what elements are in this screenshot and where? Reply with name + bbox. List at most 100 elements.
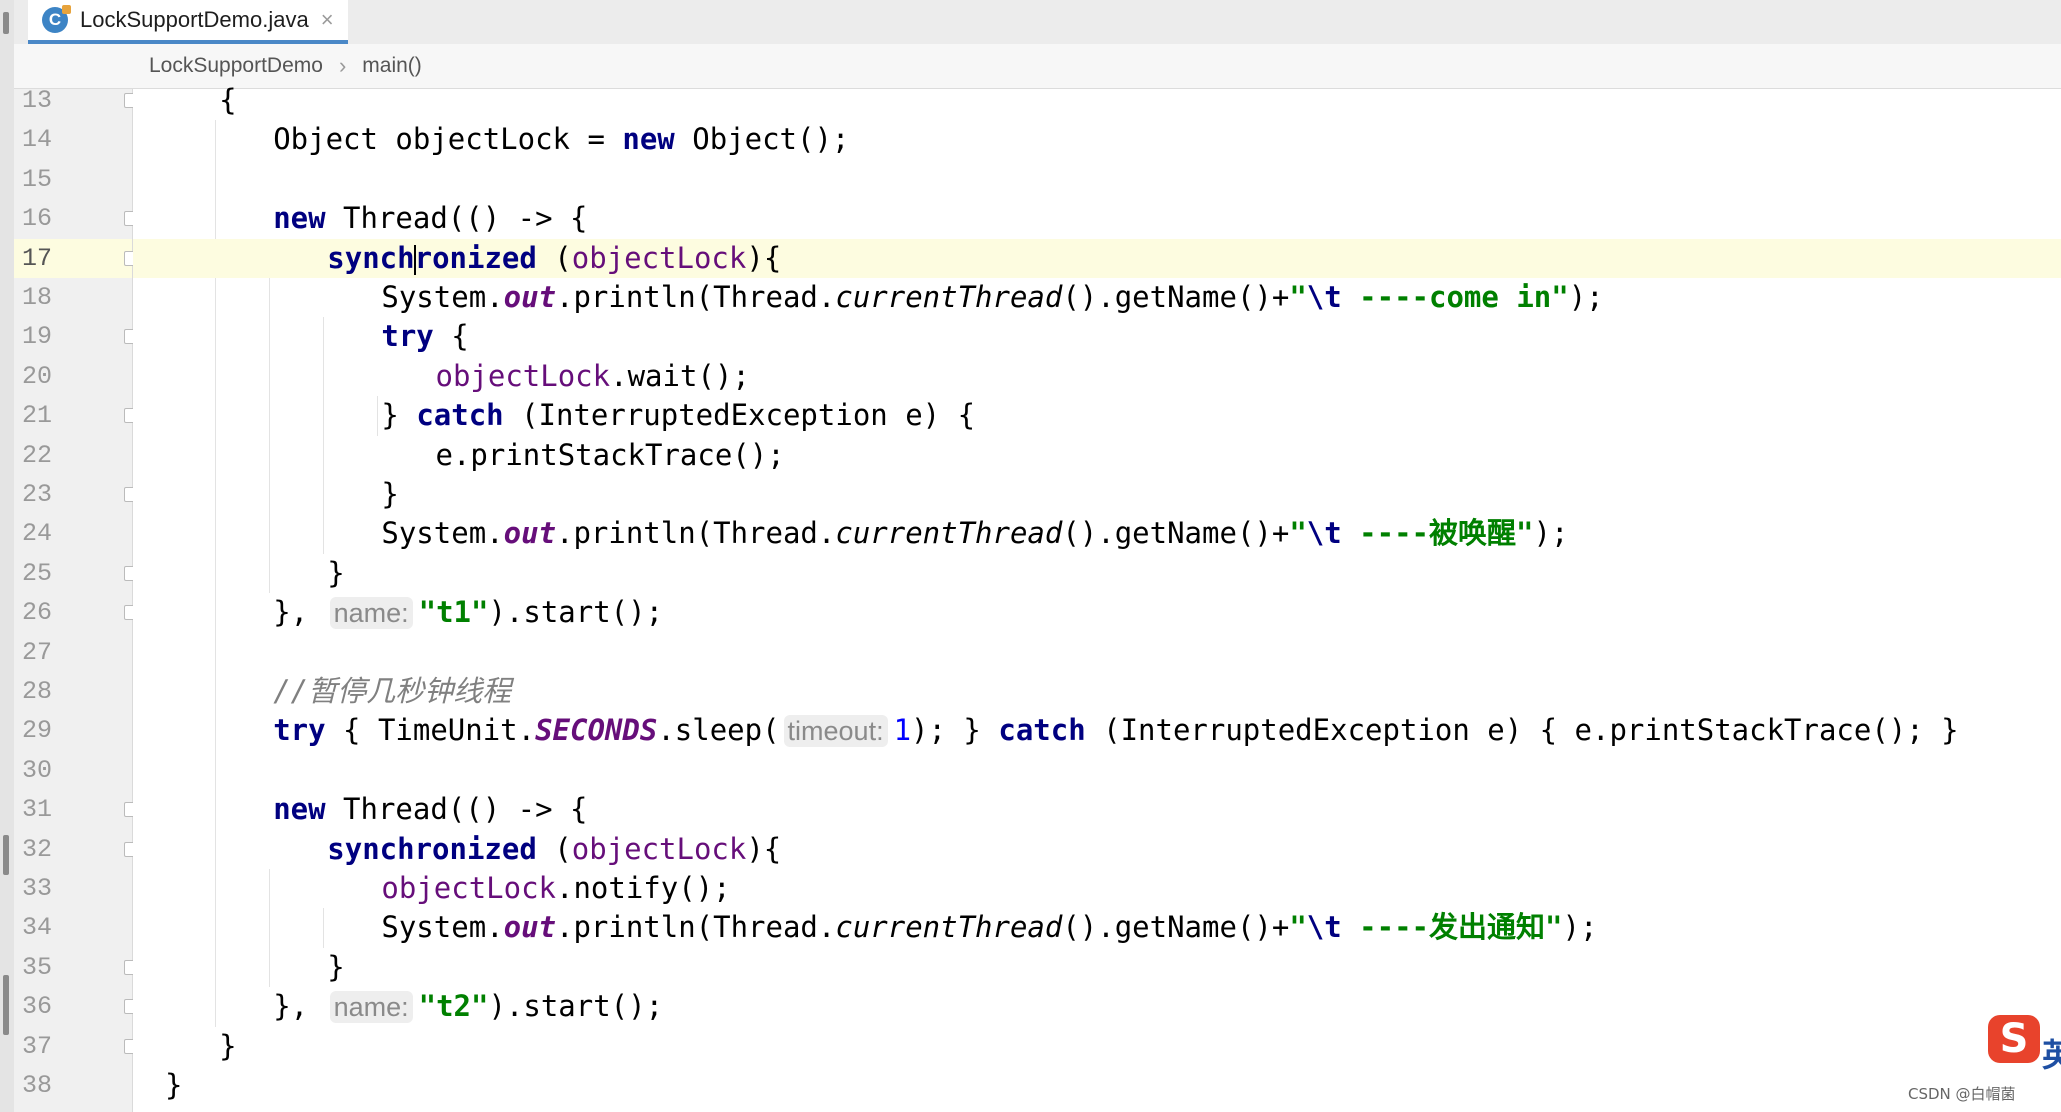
gutter-line[interactable]: 34: [14, 908, 132, 947]
gutter-line[interactable]: 18: [14, 278, 132, 317]
code-line[interactable]: objectLock.notify();: [133, 869, 2061, 908]
gutter-line[interactable]: 32: [14, 830, 138, 869]
code-line[interactable]: [133, 160, 2061, 199]
gutter-line[interactable]: 20: [14, 357, 132, 396]
code-token: out: [503, 280, 556, 314]
code-token: ----发出通知": [1341, 910, 1563, 945]
structure-tool-marker[interactable]: [3, 835, 9, 875]
gutter-line[interactable]: 22: [14, 436, 132, 475]
code-line[interactable]: new Thread(() -> {: [133, 790, 2061, 829]
gutter-line[interactable]: 33: [14, 869, 132, 908]
code-token: catch: [416, 398, 504, 433]
code-line[interactable]: try {: [133, 317, 2061, 356]
code-line[interactable]: [133, 633, 2061, 672]
favorites-tool-marker[interactable]: [3, 975, 9, 1035]
line-number: 17: [22, 243, 53, 273]
tab-locksupportdemo[interactable]: C LockSupportDemo.java ×: [28, 0, 348, 44]
code-token: ){: [746, 831, 782, 866]
code-token: "t1": [418, 595, 489, 630]
gutter-line[interactable]: 17: [14, 238, 138, 278]
gutter-line[interactable]: 27: [14, 633, 132, 672]
line-number: 38: [22, 1071, 53, 1100]
line-number: 23: [22, 480, 53, 509]
gutter-line[interactable]: 37: [14, 1027, 138, 1066]
code-token: Object();: [674, 122, 850, 157]
gutter-line[interactable]: 25: [14, 554, 138, 593]
gutter-line[interactable]: 38: [14, 1066, 132, 1105]
gutter-line[interactable]: 16: [14, 199, 138, 238]
code-line[interactable]: System.out.println(Thread.currentThread(…: [133, 908, 2061, 947]
gutter-line[interactable]: 21: [14, 396, 138, 435]
line-number: 13: [22, 86, 53, 115]
code-line[interactable]: System.out.println(Thread.currentThread(…: [133, 278, 2061, 317]
code-token: new: [273, 792, 326, 827]
gutter-line[interactable]: 14: [14, 120, 132, 159]
code-line[interactable]: }, name: "t1").start();: [133, 593, 2061, 632]
code-line[interactable]: try { TimeUnit.SECONDS.sleep(timeout: 1);…: [133, 711, 2061, 750]
gutter-line[interactable]: 36: [14, 987, 138, 1026]
code-line[interactable]: }: [133, 1066, 2061, 1105]
line-number: 24: [22, 519, 53, 549]
line-number: 36: [22, 992, 53, 1022]
code-line[interactable]: [133, 751, 2061, 790]
code-token: e.printStackTrace();: [435, 437, 785, 472]
line-number: 16: [22, 204, 53, 234]
close-icon[interactable]: ×: [321, 7, 334, 33]
line-number: 30: [22, 755, 53, 785]
code-line[interactable]: }: [133, 948, 2061, 987]
line-number: 28: [22, 677, 53, 706]
code-line[interactable]: objectLock.wait();: [133, 357, 2061, 396]
line-number: 18: [22, 283, 53, 312]
code-token: }: [381, 477, 399, 511]
code-line[interactable]: }: [133, 475, 2061, 514]
code-token: new: [273, 201, 326, 236]
gutter-line[interactable]: 19: [14, 317, 138, 356]
code-token: }: [327, 555, 345, 590]
project-tool-marker[interactable]: [3, 12, 9, 34]
code-line[interactable]: Object objectLock = new Object();: [133, 120, 2061, 159]
gutter-line[interactable]: 13: [14, 81, 138, 120]
code-line[interactable]: System.out.println(Thread.currentThread(…: [133, 514, 2061, 553]
code-line[interactable]: synchronized (objectLock){: [133, 238, 2061, 278]
code-line[interactable]: }: [133, 1027, 2061, 1066]
code-line[interactable]: }: [133, 554, 2061, 593]
code-token: {: [433, 319, 469, 354]
ime-language-indicator[interactable]: 英: [2042, 1030, 2061, 1076]
code-token: System.: [381, 910, 504, 945]
code-token: }: [327, 949, 345, 984]
code-token: currentThread: [835, 516, 1063, 551]
code-token: objectLock: [435, 358, 611, 393]
code-token: ).start();: [488, 989, 664, 1024]
code-line[interactable]: }, name: "t2").start();: [133, 987, 2061, 1026]
gutter-line[interactable]: 24: [14, 514, 132, 553]
code-token: (InterruptedException e) { e.printStackT…: [1085, 713, 1959, 748]
sogou-ime-icon[interactable]: S: [1988, 1015, 2040, 1063]
gutter-line[interactable]: 29: [14, 711, 132, 750]
code-token: new: [622, 122, 675, 157]
gutter-line[interactable]: 35: [14, 948, 138, 987]
gutter-line[interactable]: 31: [14, 790, 138, 829]
code-line[interactable]: //暂停几秒钟线程: [133, 672, 2061, 711]
code-token: }: [381, 398, 417, 433]
gutter-line[interactable]: 30: [14, 751, 132, 790]
gutter-line[interactable]: 28: [14, 672, 132, 711]
code-line[interactable]: } catch (InterruptedException e) {: [133, 396, 2061, 435]
line-number-gutter[interactable]: 13 14 15 16 17 18 19 20 21 22 23 24 25 26 27 28 29 30 31 32…: [14, 86, 138, 1112]
code-line[interactable]: new Thread(() -> {: [133, 199, 2061, 238]
code-token: .sleep(: [657, 713, 780, 748]
gutter-line[interactable]: 23: [14, 475, 138, 514]
code-line[interactable]: e.printStackTrace();: [133, 436, 2061, 475]
breadcrumb-class[interactable]: LockSupportDemo: [149, 54, 323, 78]
line-number: 34: [22, 913, 53, 943]
code-token: .println(Thread.: [556, 516, 836, 551]
gutter-line[interactable]: 15: [14, 160, 132, 199]
line-number: 20: [22, 361, 53, 391]
gutter-line[interactable]: 26: [14, 593, 138, 632]
code-line[interactable]: {: [133, 81, 2061, 120]
breadcrumb-method[interactable]: main(): [362, 54, 422, 78]
code-editor[interactable]: {Object objectLock = new Object(); new Th…: [133, 83, 2061, 1112]
code-token: ); }: [911, 713, 999, 748]
code-line[interactable]: synchronized (objectLock){: [133, 830, 2061, 869]
chevron-right-icon: ›: [338, 53, 347, 78]
code-token: .wait();: [610, 358, 750, 393]
